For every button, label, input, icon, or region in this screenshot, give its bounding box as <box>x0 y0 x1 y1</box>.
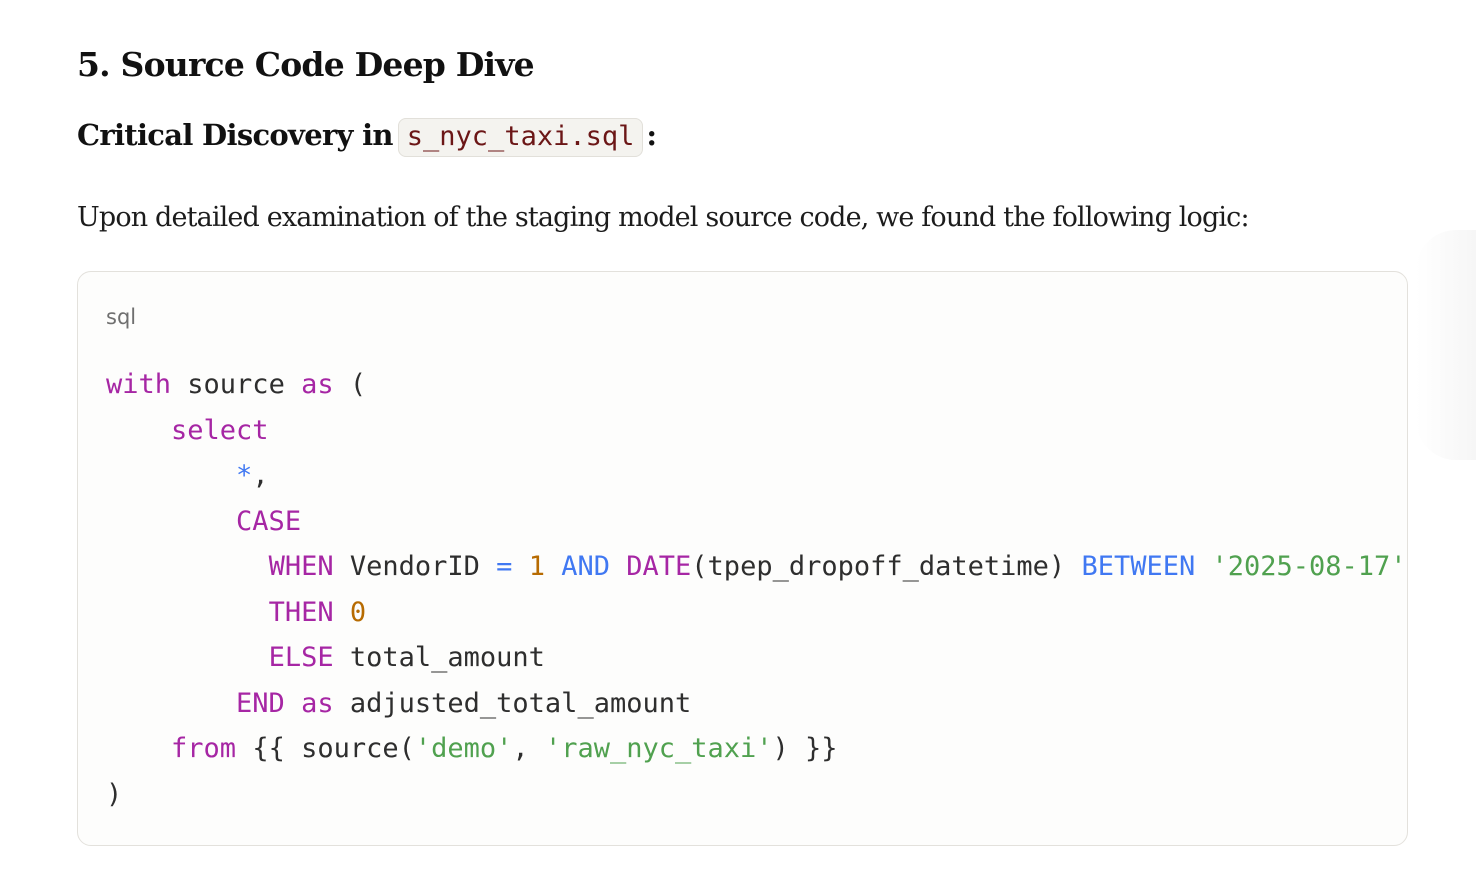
code-token: with <box>106 369 172 400</box>
inline-code-filename: s_nyc_taxi.sql <box>397 118 644 157</box>
code-token: BETWEEN <box>1081 551 1196 582</box>
code-token: ) }} <box>772 733 838 764</box>
code-token: '2025-08-17' <box>1211 551 1407 582</box>
code-line: END as adjusted_total_amount <box>106 688 691 719</box>
code-content[interactable]: with source as ( select *, CASE WHEN Ven… <box>106 362 1407 817</box>
subheading: Critical Discovery in s_nyc_taxi.sql: <box>77 112 657 160</box>
body-paragraph: Upon detailed examination of the staging… <box>77 202 1250 233</box>
code-token: , <box>252 460 269 491</box>
code-line: *, <box>106 460 269 491</box>
code-token: DATE <box>626 551 692 582</box>
code-line: ) <box>106 779 122 810</box>
code-token: 0 <box>349 596 367 628</box>
code-token: as <box>301 369 334 400</box>
code-token: as <box>301 687 334 719</box>
code-token: from <box>171 733 237 764</box>
code-line: ELSE total_amount <box>106 642 545 673</box>
code-language-label: sql <box>106 305 137 329</box>
code-token: source <box>171 369 302 400</box>
subheading-prefix: Critical Discovery in <box>77 118 393 152</box>
code-token: ) <box>106 778 123 810</box>
code-token: * <box>236 460 253 491</box>
code-line: from {{ source('demo', 'raw_nyc_taxi') }… <box>106 733 838 764</box>
code-token: VendorID <box>333 551 497 582</box>
code-token: = <box>496 551 513 582</box>
section-title: 5. Source Code Deep Dive <box>77 45 535 84</box>
subheading-suffix: : <box>646 118 657 152</box>
code-token: (tpep_dropoff_datetime) <box>691 551 1082 582</box>
code-token: CASE <box>236 505 302 537</box>
code-token: WHEN <box>268 551 334 582</box>
code-token: {{ source( <box>236 733 415 764</box>
code-token: ( <box>333 369 367 400</box>
code-line: select <box>106 415 269 446</box>
code-token: AND <box>561 551 610 582</box>
code-token: total_amount <box>333 642 545 673</box>
code-token: 'raw_nyc_taxi' <box>544 733 773 764</box>
code-token: 'demo' <box>414 733 513 764</box>
code-line: THEN 0 <box>106 596 367 628</box>
code-token: END <box>236 687 285 719</box>
scroll-edge-shadow <box>1416 230 1476 460</box>
code-token: adjusted_total_amount <box>333 687 692 719</box>
code-token: 1 <box>528 551 545 582</box>
code-token: ELSE <box>268 642 334 673</box>
code-line: with source as ( <box>106 369 366 400</box>
code-line: WHEN VendorID = 1 AND DATE(tpep_dropoff_… <box>106 551 1407 582</box>
code-token: THEN <box>268 596 334 628</box>
code-line: CASE <box>106 506 301 537</box>
code-token: select <box>171 414 269 446</box>
code-block[interactable]: sql with source as ( select *, CASE WHEN… <box>77 271 1408 846</box>
code-token: , <box>512 733 545 764</box>
